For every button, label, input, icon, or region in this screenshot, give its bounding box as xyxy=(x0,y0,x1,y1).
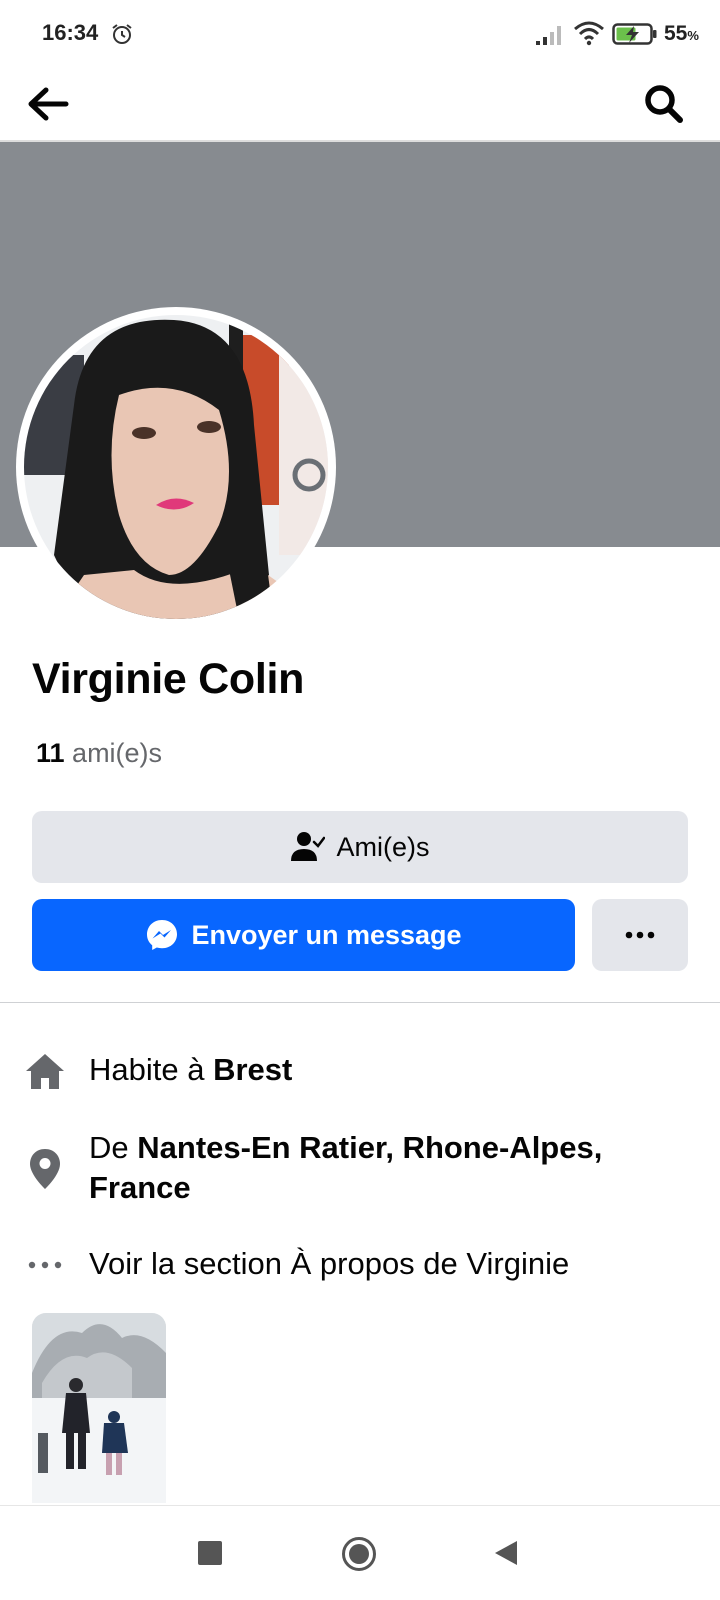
recent-apps-icon[interactable] xyxy=(198,1541,222,1565)
friends-count[interactable]: 11 ami(e)s xyxy=(36,738,162,769)
more-options-button[interactable] xyxy=(592,899,688,971)
about-link-text[interactable]: Voir la section À propos de Virginie xyxy=(89,1244,569,1284)
from-text: De Nantes-En Ratier, Rhone-Alpes, France xyxy=(89,1130,603,1205)
search-icon xyxy=(645,85,683,123)
top-nav xyxy=(0,70,720,142)
back-button[interactable] xyxy=(22,78,74,130)
send-message-button[interactable]: Envoyer un message xyxy=(32,899,575,971)
alarm-icon xyxy=(112,24,132,44)
friends-button[interactable]: Ami(e)s xyxy=(32,811,688,883)
home-icon[interactable] xyxy=(341,1536,377,1572)
profile-photo-image xyxy=(24,315,328,619)
arrow-left-icon xyxy=(28,87,69,121)
system-nav-bar xyxy=(0,1505,720,1600)
home-icon xyxy=(24,1050,66,1092)
snow-photo-image xyxy=(32,1313,166,1503)
location-pin-icon xyxy=(24,1148,66,1190)
friends-button-label: Ami(e)s xyxy=(336,831,430,862)
wifi-icon xyxy=(574,21,604,46)
search-button[interactable] xyxy=(638,78,690,130)
section-divider xyxy=(0,1002,720,1003)
back-triangle-icon[interactable] xyxy=(493,1539,519,1567)
signal-icon xyxy=(536,26,561,45)
status-time: 16:34 xyxy=(42,20,99,45)
profile-name: Virginie Colin xyxy=(32,655,305,703)
more-dots-icon xyxy=(24,1244,66,1286)
send-message-label: Envoyer un message xyxy=(191,919,462,950)
status-bar: 16:34 55% xyxy=(0,0,720,70)
featured-photo[interactable] xyxy=(32,1313,166,1503)
messenger-icon xyxy=(147,920,178,950)
battery-percent: 55% xyxy=(664,22,699,45)
battery-charging-icon xyxy=(612,23,657,45)
friend-check-icon xyxy=(290,832,325,861)
more-dots-icon xyxy=(625,931,655,939)
lives-in-text: Habite à Brest xyxy=(89,1052,293,1087)
profile-picture[interactable] xyxy=(24,315,328,619)
